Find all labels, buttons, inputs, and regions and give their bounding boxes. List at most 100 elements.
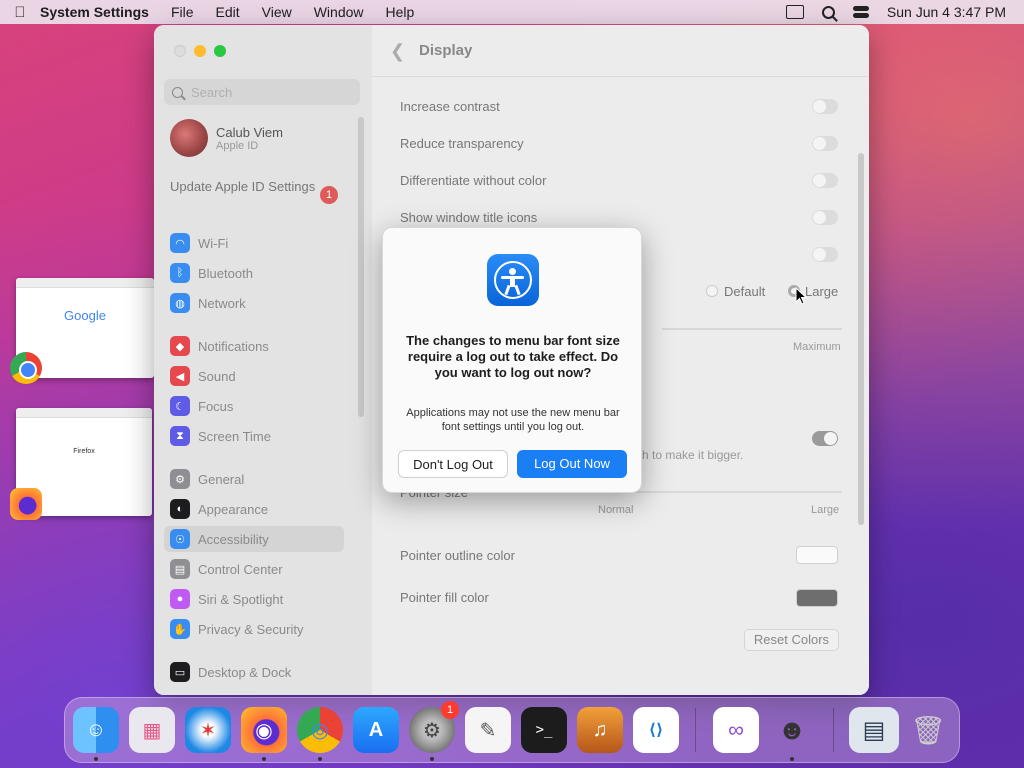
pane-titlebar: ❮ Display — [372, 25, 869, 77]
shape-toggle[interactable] — [812, 247, 838, 262]
terminal-icon[interactable]: >_ — [521, 707, 567, 753]
zoom-button[interactable] — [214, 45, 226, 57]
menu-font-slider[interactable] — [662, 328, 842, 330]
menu-window[interactable]: Window — [314, 4, 364, 20]
sidebar-item-label: Appearance — [198, 501, 269, 517]
pointer-size-large: Large — [811, 504, 840, 516]
character-app-icon[interactable]: ☻ — [769, 707, 815, 753]
window-title-icons-toggle[interactable] — [812, 210, 838, 225]
reduce-transparency-toggle[interactable] — [812, 136, 838, 151]
minimize-button[interactable] — [194, 45, 206, 57]
apple-id-account[interactable]: Calub Viem Apple ID — [170, 119, 283, 157]
sidebar-item-appearance[interactable]: ◐ Appearance — [164, 496, 344, 522]
account-name: Calub Viem — [216, 124, 283, 140]
trash-icon[interactable]: 🗑 — [905, 707, 951, 753]
reset-colors-button[interactable]: Reset Colors — [744, 629, 839, 651]
sidebar-item-desktop-dock[interactable]: ▭ Desktop & Dock — [164, 659, 344, 685]
sidebar-item-label: Accessibility — [198, 531, 269, 547]
pointer-fill-swatch[interactable] — [796, 589, 838, 607]
gear-icon: ⚙ — [170, 469, 190, 489]
update-badge: 1 — [320, 186, 338, 204]
account-subtitle: Apple ID — [216, 139, 259, 152]
dialog-message: Applications may not use the new menu ba… — [406, 407, 620, 433]
sidebar-item-wifi[interactable]: ◠ Wi-Fi — [164, 230, 344, 256]
search-placeholder: Search — [191, 84, 233, 100]
sidebar-item-network[interactable]: ◍ Network — [164, 290, 344, 316]
dock-icon: ▭ — [170, 662, 190, 682]
vscode-icon[interactable]: ⟨⟩ — [633, 707, 679, 753]
menu-bar:  System Settings File Edit View Window … — [0, 0, 1024, 24]
launchpad-icon[interactable]: ▦ — [129, 707, 175, 753]
menu-bar-clock[interactable]: Sun Jun 4 3:47 PM — [887, 4, 1006, 20]
sidebar-item-label: Privacy & Security — [198, 621, 304, 637]
sidebar-item-bluetooth[interactable]: ᛒ Bluetooth — [164, 260, 344, 286]
content-scrollbar[interactable] — [858, 153, 864, 525]
garageband-icon[interactable]: ♫ — [577, 707, 623, 753]
sidebar-item-label: Sound — [198, 368, 236, 384]
dock-separator — [695, 708, 696, 752]
wifi-icon: ◠ — [170, 233, 190, 253]
differentiate-toggle[interactable] — [812, 173, 838, 188]
window-controls — [174, 45, 226, 57]
settings-running-dot — [430, 757, 434, 761]
sidebar-scrollbar[interactable] — [358, 117, 364, 417]
menu-help[interactable]: Help — [386, 4, 415, 20]
menu-app-name[interactable]: System Settings — [40, 4, 149, 20]
safari-icon[interactable]: ✶ — [185, 707, 231, 753]
menu-font-default-radio[interactable] — [706, 285, 718, 297]
sidebar-item-general[interactable]: ⚙ General — [164, 466, 344, 492]
increase-contrast-toggle[interactable] — [812, 99, 838, 114]
finder-icon[interactable]: ☺ — [73, 707, 119, 753]
sidebar-item-notifications[interactable]: ◆ Notifications — [164, 333, 344, 359]
sidebar-item-screen-time[interactable]: ⧗ Screen Time — [164, 423, 344, 449]
page-title: Display — [419, 42, 473, 59]
speaker-icon: ◀ — [170, 366, 190, 386]
sidebar-item-label: Screen Time — [198, 428, 271, 444]
pointer-outline-swatch[interactable] — [796, 546, 838, 564]
chrome-icon — [10, 352, 42, 384]
accessibility-icon — [487, 254, 539, 306]
control-center-icon[interactable] — [852, 6, 869, 18]
dock-separator — [833, 708, 834, 752]
window-preview-icon[interactable]: ▤ — [849, 707, 899, 753]
control-center-icon: ▤ — [170, 559, 190, 579]
menu-font-default-label: Default — [724, 284, 766, 299]
chrome-running-dot — [318, 757, 322, 761]
sidebar-item-label: Network — [198, 295, 246, 311]
logout-alert-dialog: The changes to menu bar font size requir… — [382, 227, 642, 493]
menu-view[interactable]: View — [262, 4, 292, 20]
firefox-icon[interactable]: ◉ — [241, 707, 287, 753]
menu-font-large-label: Large — [805, 284, 839, 299]
close-button[interactable] — [174, 45, 186, 57]
sidebar-item-label: Focus — [198, 398, 234, 414]
settings-badge: 1 — [441, 701, 459, 719]
sidebar-item-label: Bluetooth — [198, 265, 253, 281]
shake-pointer-toggle[interactable] — [812, 431, 838, 446]
sidebar-item-control-center[interactable]: ▤ Control Center — [164, 556, 344, 582]
search-field[interactable]: Search — [164, 79, 360, 105]
visual-studio-icon[interactable]: ∞ — [713, 707, 759, 753]
app-store-icon[interactable]: A — [353, 707, 399, 753]
back-chevron-icon[interactable]: ❮ — [390, 41, 405, 62]
screen-mirroring-icon[interactable] — [785, 5, 804, 19]
sidebar-item-privacy[interactable]: ✋ Privacy & Security — [164, 616, 344, 642]
spotlight-search-icon[interactable] — [821, 5, 835, 19]
chrome-icon[interactable]: ◎ — [297, 707, 343, 753]
increase-contrast-label: Increase contrast — [400, 99, 500, 114]
sidebar-item-accessibility[interactable]: ☉ Accessibility — [164, 526, 344, 552]
slider-maximum-label: Maximum — [793, 341, 841, 353]
character-running-dot — [790, 757, 794, 761]
hand-icon: ✋ — [170, 619, 190, 639]
apple-menu-icon[interactable]:  — [0, 4, 40, 21]
textedit-icon[interactable]: ✎ — [465, 707, 511, 753]
update-apple-id-item[interactable]: Update Apple ID Settings — [170, 179, 340, 195]
log-out-now-button[interactable]: Log Out Now — [517, 450, 627, 478]
sidebar-item-sound[interactable]: ◀ Sound — [164, 363, 344, 389]
sidebar-item-focus[interactable]: ☾ Focus — [164, 393, 344, 419]
dont-log-out-button[interactable]: Don't Log Out — [398, 450, 508, 478]
avatar — [170, 119, 208, 157]
menu-file[interactable]: File — [171, 4, 194, 20]
dialog-title: The changes to menu bar font size requir… — [406, 333, 620, 380]
menu-edit[interactable]: Edit — [216, 4, 240, 20]
sidebar-item-siri[interactable]: ● Siri & Spotlight — [164, 586, 344, 612]
